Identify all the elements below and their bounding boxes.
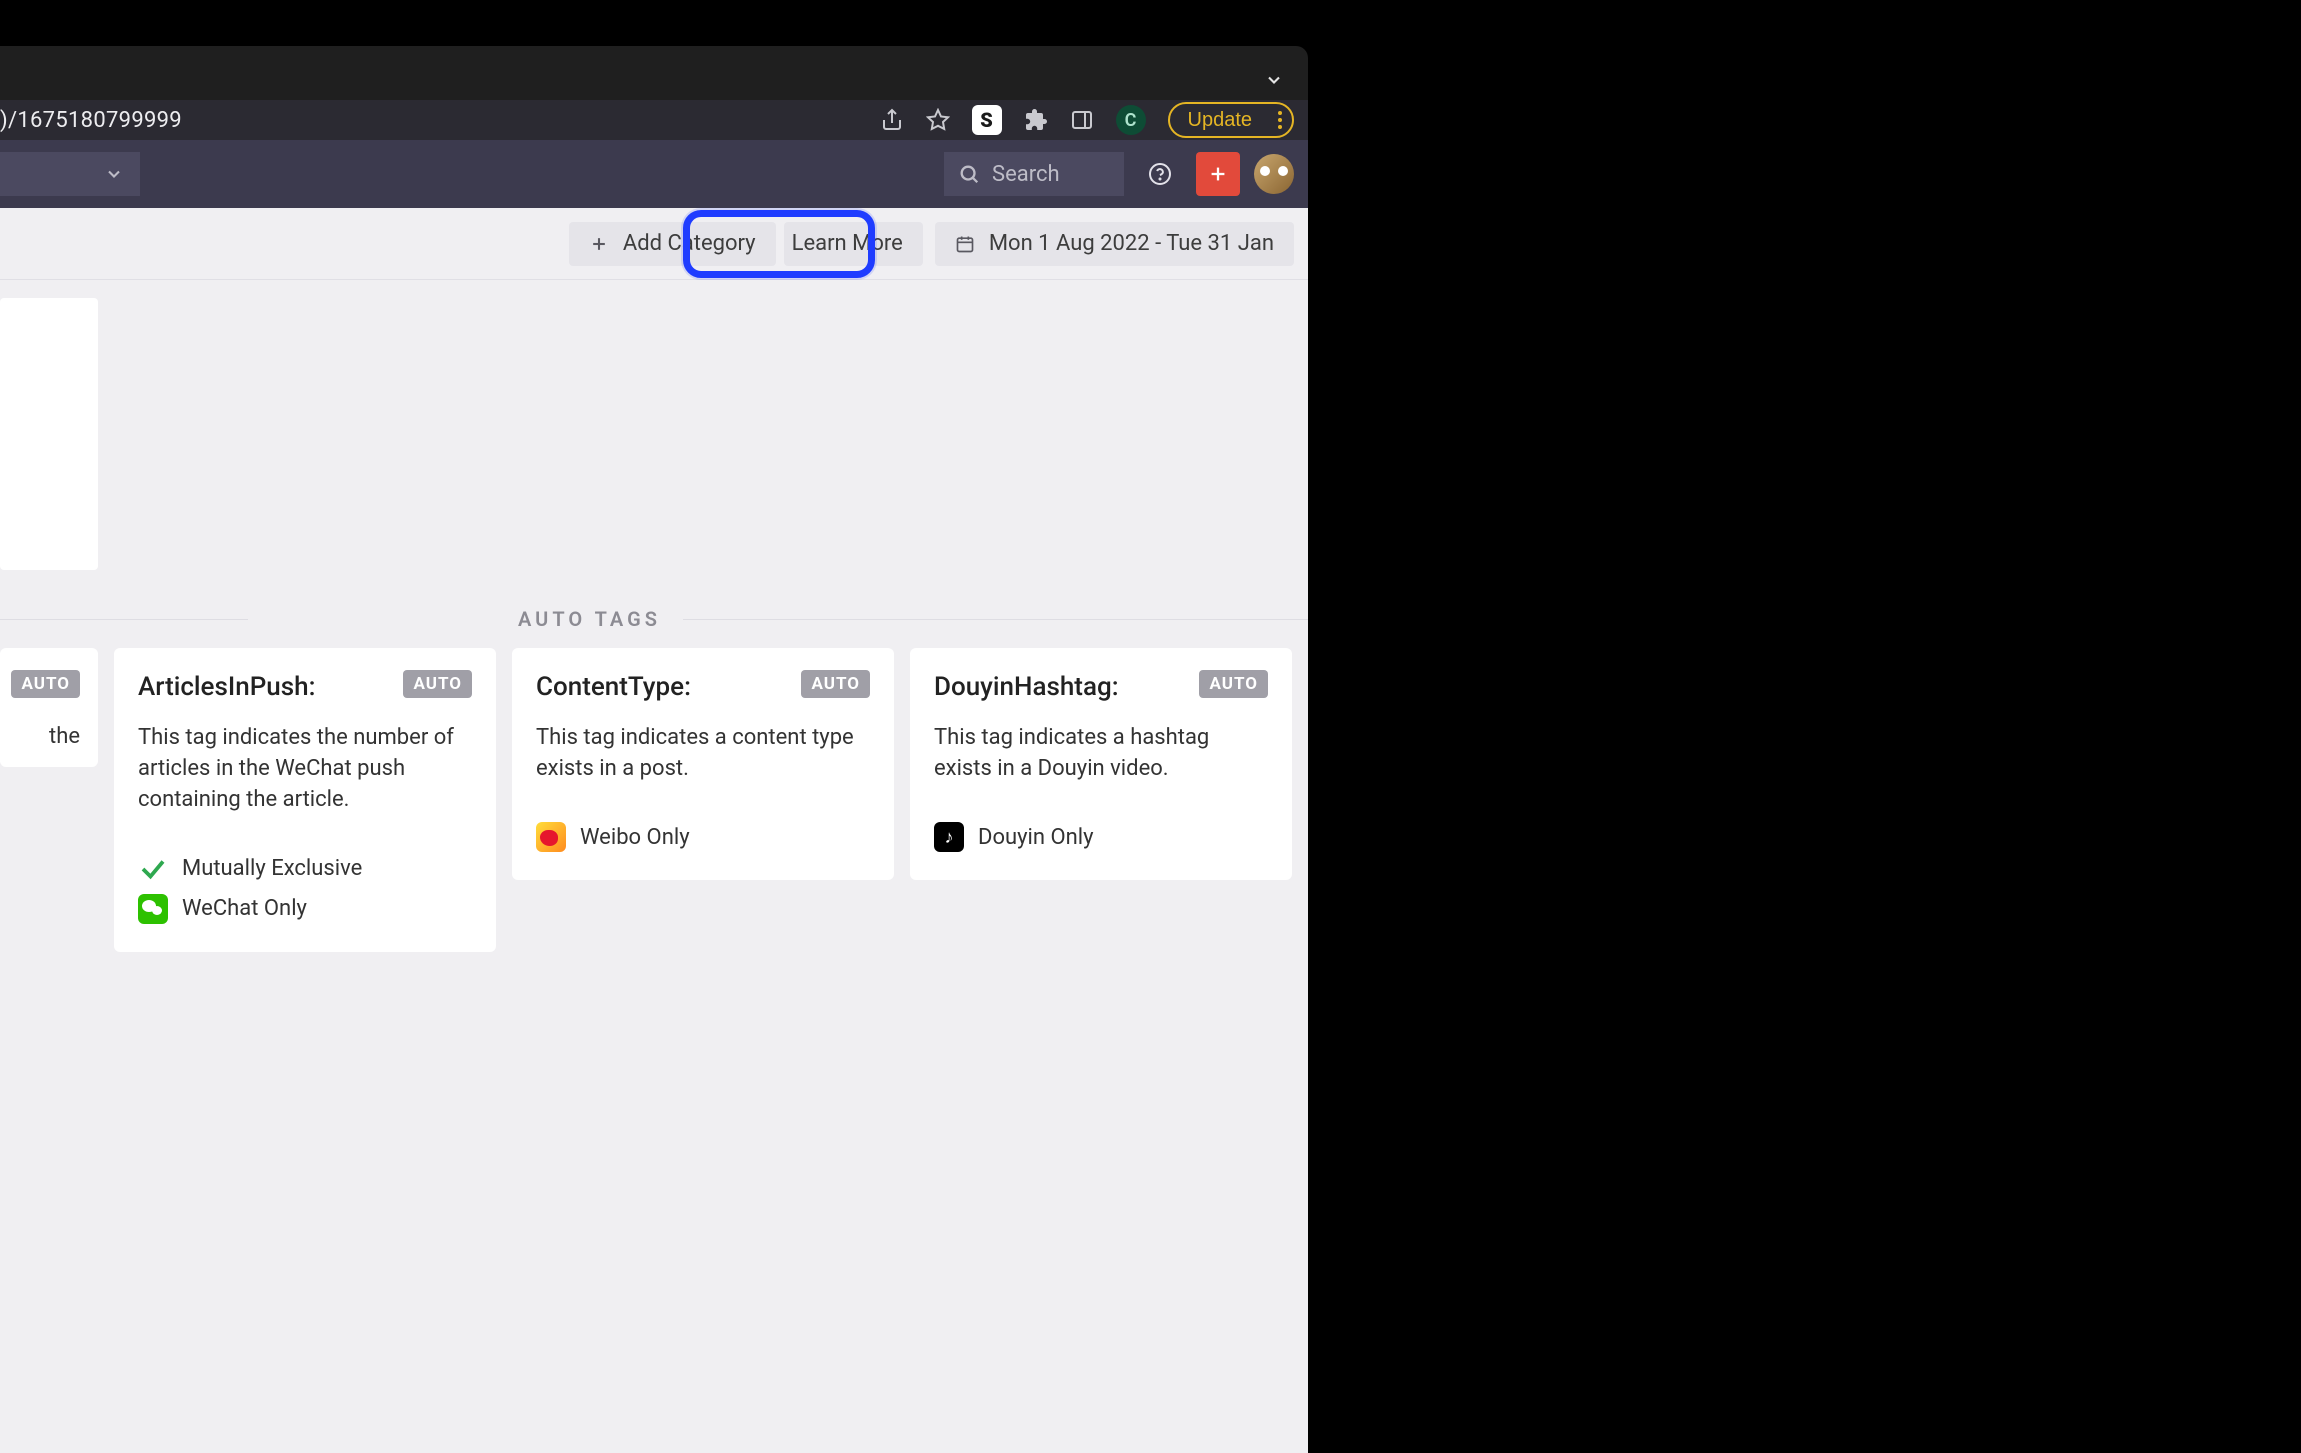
plus-icon bbox=[589, 234, 609, 254]
toolbar: Add Category Learn More Mon 1 Aug 2022 -… bbox=[0, 208, 1308, 280]
auto-badge: AUTO bbox=[801, 670, 870, 698]
search-placeholder: Search bbox=[992, 162, 1060, 187]
card-desc-fragment: the bbox=[0, 724, 80, 749]
app-body: Add Category Learn More Mon 1 Aug 2022 -… bbox=[0, 208, 1308, 1453]
card-partial-left[interactable]: AUTO the bbox=[0, 648, 98, 767]
app-header: Search bbox=[0, 140, 1308, 208]
panel-icon[interactable] bbox=[1070, 108, 1094, 132]
wechat-icon bbox=[138, 894, 168, 924]
add-button[interactable] bbox=[1196, 152, 1240, 196]
add-category-button[interactable]: Add Category bbox=[569, 222, 776, 266]
avatar[interactable] bbox=[1254, 154, 1294, 194]
calendar-icon bbox=[955, 234, 975, 254]
card-desc: This tag indicates a hashtag exists in a… bbox=[934, 722, 1268, 784]
learn-more-label: Learn More bbox=[792, 231, 903, 256]
header-dropdown[interactable] bbox=[0, 152, 140, 196]
weibo-icon bbox=[536, 822, 566, 852]
help-icon bbox=[1148, 162, 1172, 186]
card-meta-weibo-only: Weibo Only bbox=[536, 822, 870, 852]
chevron-down-icon bbox=[104, 164, 124, 184]
check-icon bbox=[138, 854, 168, 884]
search-input[interactable]: Search bbox=[944, 152, 1124, 196]
meta-label: Douyin Only bbox=[978, 825, 1094, 850]
meta-label: Weibo Only bbox=[580, 825, 690, 850]
update-label: Update bbox=[1188, 109, 1253, 132]
card-meta-mutually-exclusive: Mutually Exclusive bbox=[138, 854, 472, 884]
date-range-label: Mon 1 Aug 2022 - Tue 31 Jan bbox=[989, 231, 1274, 256]
: AUTO bbox=[11, 670, 80, 698]
cards-row: AUTO the AUTO ArticlesInPush: This tag i… bbox=[0, 648, 1294, 952]
card-meta-wechat-only: WeChat Only bbox=[138, 894, 472, 924]
extension-s-icon[interactable]: S bbox=[972, 105, 1002, 135]
card-desc: This tag indicates the number of article… bbox=[138, 722, 472, 816]
share-icon[interactable] bbox=[880, 108, 904, 132]
meta-label: Mutually Exclusive bbox=[182, 856, 362, 881]
extensions-icon[interactable] bbox=[1024, 108, 1048, 132]
update-button[interactable]: Update bbox=[1168, 102, 1295, 138]
star-icon[interactable] bbox=[926, 108, 950, 132]
auto-tags-section-label: AUTO TAGS bbox=[496, 607, 683, 631]
card-douyin-hashtag[interactable]: AUTO DouyinHashtag: This tag indicates a… bbox=[910, 648, 1292, 880]
address-bar: )/1675180799999 S C Update bbox=[0, 100, 1308, 140]
card-content-type[interactable]: AUTO ContentType: This tag indicates a c… bbox=[512, 648, 894, 880]
plus-icon bbox=[1207, 163, 1229, 185]
tab-chevron-icon[interactable] bbox=[1264, 70, 1284, 90]
kebab-icon bbox=[1278, 111, 1282, 129]
profile-c-icon[interactable]: C bbox=[1116, 105, 1146, 135]
auto-badge: AUTO bbox=[1199, 670, 1268, 698]
section-divider: AUTO TAGS bbox=[0, 604, 1308, 634]
search-icon bbox=[958, 163, 980, 185]
card-meta-douyin-only: ♪ Douyin Only bbox=[934, 822, 1268, 852]
card-articles-in-push[interactable]: AUTO ArticlesInPush: This tag indicates … bbox=[114, 648, 496, 952]
help-button[interactable] bbox=[1138, 152, 1182, 196]
meta-label: WeChat Only bbox=[182, 896, 307, 921]
card-desc: This tag indicates a content type exists… bbox=[536, 722, 870, 784]
browser-window: )/1675180799999 S C Update bbox=[0, 46, 1308, 1453]
date-range-button[interactable]: Mon 1 Aug 2022 - Tue 31 Jan bbox=[935, 222, 1294, 266]
url-fragment: )/1675180799999 bbox=[0, 108, 182, 133]
add-category-label: Add Category bbox=[623, 231, 756, 256]
learn-more-button[interactable]: Learn More bbox=[784, 222, 923, 266]
douyin-icon: ♪ bbox=[934, 822, 964, 852]
auto-badge: AUTO bbox=[403, 670, 472, 698]
card-partial-top bbox=[0, 298, 98, 570]
